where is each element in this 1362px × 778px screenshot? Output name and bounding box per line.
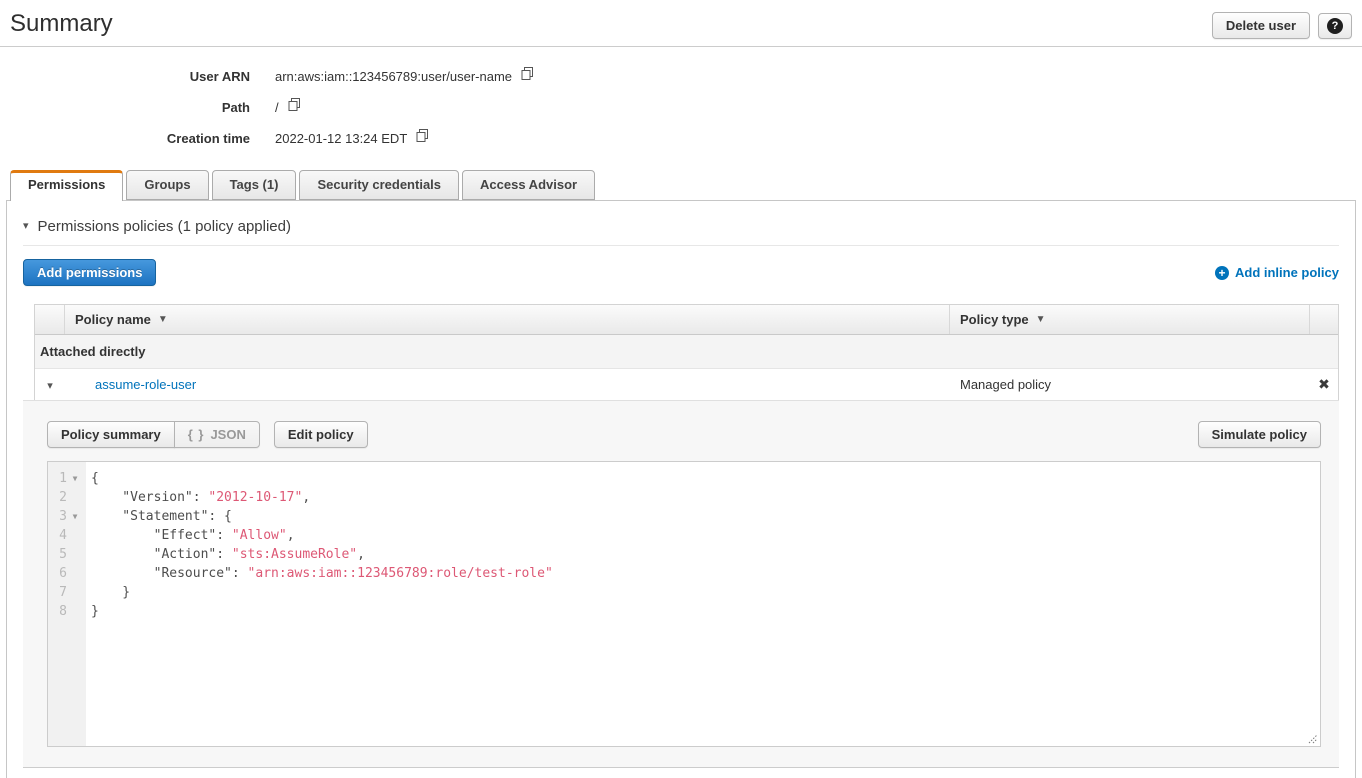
policy-type-header-label: Policy type	[960, 312, 1029, 327]
copy-icon[interactable]	[520, 66, 535, 84]
editor-gutter: 1▼23▼45678	[48, 462, 86, 746]
detail-value-text: arn:aws:iam::123456789:user/user-name	[275, 69, 512, 84]
gutter-line: 4	[48, 526, 86, 545]
header-actions: Delete user ?	[1212, 9, 1352, 39]
detail-value: arn:aws:iam::123456789:user/user-name	[275, 68, 535, 84]
code-line: "Version": "2012-10-17",	[91, 488, 1320, 507]
simulate-policy-button[interactable]: Simulate policy	[1198, 421, 1321, 448]
code-line: "Statement": {	[91, 507, 1320, 526]
policy-view-buttons: Policy summary { } JSON Edit policy	[47, 421, 368, 448]
policy-type-column-header[interactable]: Policy type ▼	[950, 305, 1310, 334]
gutter-line: 2	[48, 488, 86, 507]
expander-column-header	[35, 305, 65, 334]
detail-value: /	[275, 99, 302, 115]
policy-name-link[interactable]: assume-role-user	[95, 377, 196, 392]
user-details: User ARN arn:aws:iam::123456789:user/use…	[0, 68, 1362, 146]
action-column-header	[1310, 305, 1338, 334]
detail-value-text: 2022-01-12 13:24 EDT	[275, 131, 407, 146]
permissions-policies-section-toggle[interactable]: ▾ Permissions policies (1 policy applied…	[23, 201, 1339, 235]
copy-icon[interactable]	[415, 128, 430, 146]
section-heading-label: Permissions policies (1 policy applied)	[38, 218, 291, 235]
help-button[interactable]: ?	[1318, 13, 1352, 39]
gutter-line: 8	[48, 602, 86, 621]
json-button-label: JSON	[210, 427, 245, 442]
gutter-line: 3▼	[48, 507, 86, 526]
policy-name-header-label: Policy name	[75, 312, 151, 327]
edit-policy-button[interactable]: Edit policy	[274, 421, 368, 448]
code-line: "Resource": "arn:aws:iam::123456789:role…	[91, 564, 1320, 583]
gutter-line: 1▼	[48, 469, 86, 488]
detail-label: Creation time	[0, 131, 250, 146]
add-inline-policy-label: Add inline policy	[1235, 265, 1339, 280]
detail-row: Path /	[0, 99, 1362, 115]
tab-label: Access Advisor	[480, 177, 577, 192]
fold-caret-icon[interactable]: ▼	[67, 469, 83, 488]
add-permissions-button[interactable]: Add permissions	[23, 259, 156, 286]
detail-value-text: /	[275, 100, 279, 115]
fold-spacer	[67, 564, 83, 583]
code-line: "Action": "sts:AssumeRole",	[91, 545, 1320, 564]
tab-label: Groups	[144, 177, 190, 192]
tab-groups[interactable]: Groups	[126, 170, 208, 200]
fold-caret-icon[interactable]: ▼	[67, 507, 83, 526]
sort-caret-icon: ▼	[158, 314, 168, 325]
permissions-tab-content: ▾ Permissions policies (1 policy applied…	[6, 200, 1356, 778]
detail-row: User ARN arn:aws:iam::123456789:user/use…	[0, 68, 1362, 84]
tab-security-credentials[interactable]: Security credentials	[299, 170, 459, 200]
chevron-down-icon: ▾	[23, 221, 29, 232]
page-header: Summary Delete user ?	[0, 0, 1362, 47]
code-line: "Effect": "Allow",	[91, 526, 1320, 545]
help-icon: ?	[1327, 18, 1343, 34]
policy-toolbar: Policy summary { } JSON Edit policy Simu…	[47, 421, 1321, 448]
code-line: }	[91, 602, 1320, 621]
tab-permissions[interactable]: Permissions	[10, 170, 123, 201]
fold-spacer	[67, 602, 83, 621]
braces-icon: { }	[188, 427, 205, 442]
sort-caret-icon: ▼	[1036, 314, 1046, 325]
json-view-button[interactable]: { } JSON	[174, 421, 260, 448]
expanded-policy-panel: Policy summary { } JSON Edit policy Simu…	[23, 400, 1339, 768]
delete-user-button[interactable]: Delete user	[1212, 12, 1310, 39]
row-expander-toggle[interactable]: ▾	[35, 377, 65, 392]
detail-label: User ARN	[0, 69, 250, 84]
policy-table: Policy name ▼ Policy type ▼ Attached dir…	[34, 304, 1339, 400]
code-line: {	[91, 469, 1320, 488]
gutter-line: 6	[48, 564, 86, 583]
detail-row: Creation time 2022-01-12 13:24 EDT	[0, 130, 1362, 146]
tab-access-advisor[interactable]: Access Advisor	[462, 170, 595, 200]
tab-tags-1[interactable]: Tags (1)	[212, 170, 297, 200]
code-line: }	[91, 583, 1320, 602]
tab-strip: Permissions Groups Tags (1) Security cre…	[10, 170, 1362, 200]
policy-json-editor[interactable]: 1▼23▼45678 { "Version": "2012-10-17", "S…	[47, 461, 1321, 747]
policy-type-value: Managed policy	[950, 377, 1310, 392]
tab-label: Tags (1)	[230, 177, 279, 192]
gutter-line: 5	[48, 545, 86, 564]
remove-policy-icon[interactable]: ✖	[1318, 376, 1330, 392]
resize-handle[interactable]	[1305, 731, 1318, 744]
fold-spacer	[67, 488, 83, 507]
policy-rows: ▾ assume-role-user Managed policy ✖	[35, 368, 1338, 400]
add-inline-policy-link[interactable]: + Add inline policy	[1215, 265, 1339, 280]
policy-name-column-header[interactable]: Policy name ▼	[65, 305, 950, 334]
fold-spacer	[67, 545, 83, 564]
gutter-line: 7	[48, 583, 86, 602]
tab-label: Security credentials	[317, 177, 441, 192]
policy-row: ▾ assume-role-user Managed policy ✖	[35, 368, 1338, 400]
editor-code-area[interactable]: { "Version": "2012-10-17", "Statement": …	[86, 462, 1320, 746]
tab-label: Permissions	[28, 177, 105, 192]
plus-circle-icon: +	[1215, 266, 1229, 280]
copy-icon[interactable]	[287, 97, 302, 115]
view-toggle-group: Policy summary { } JSON	[47, 421, 260, 448]
policy-table-header: Policy name ▼ Policy type ▼	[35, 305, 1338, 335]
section-divider	[23, 245, 1339, 246]
detail-label: Path	[0, 100, 250, 115]
fold-spacer	[67, 583, 83, 602]
detail-value: 2022-01-12 13:24 EDT	[275, 130, 430, 146]
fold-spacer	[67, 526, 83, 545]
chevron-down-icon: ▾	[47, 380, 53, 392]
page-title: Summary	[10, 9, 113, 39]
policy-actions-row: Add permissions + Add inline policy	[23, 259, 1339, 286]
attached-directly-group-row: Attached directly	[35, 335, 1338, 368]
policy-summary-button[interactable]: Policy summary	[47, 421, 175, 448]
